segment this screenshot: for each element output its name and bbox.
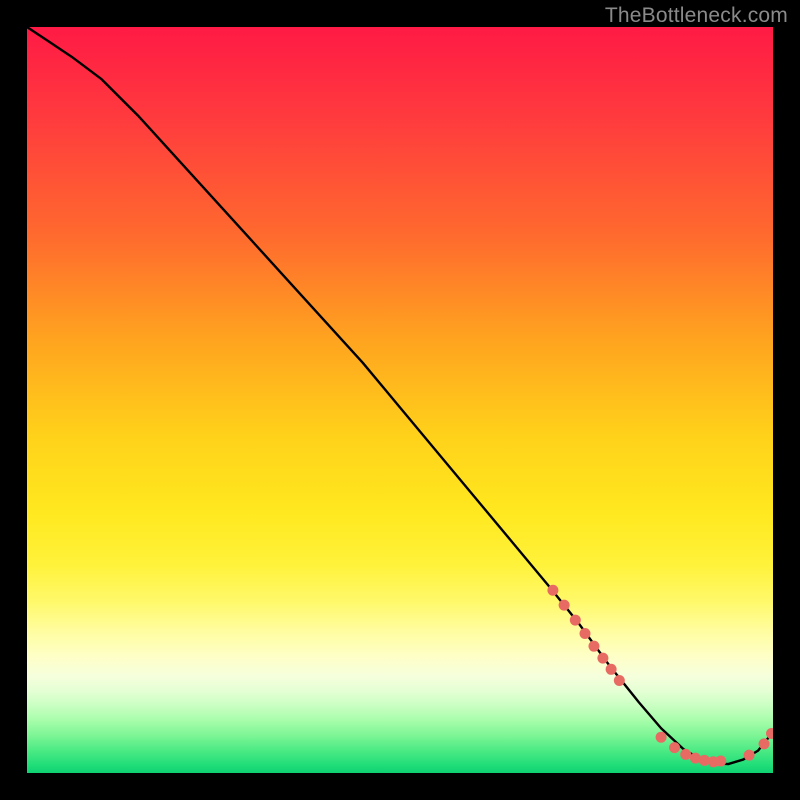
data-point [766,728,773,739]
data-point [580,628,591,639]
watermark-text: TheBottleneck.com [605,4,788,28]
data-point [559,600,570,611]
data-point [669,742,680,753]
data-point [570,615,581,626]
data-point [547,585,558,596]
data-point [588,641,599,652]
data-point [656,732,667,743]
data-point [597,653,608,664]
data-point [606,664,617,675]
data-point [614,675,625,686]
data-point [680,749,691,760]
marker-dots [27,27,773,773]
data-point [715,756,726,767]
plot-area [27,27,773,773]
data-point [759,738,770,749]
chart-stage: TheBottleneck.com [0,0,800,800]
data-point [744,750,755,761]
